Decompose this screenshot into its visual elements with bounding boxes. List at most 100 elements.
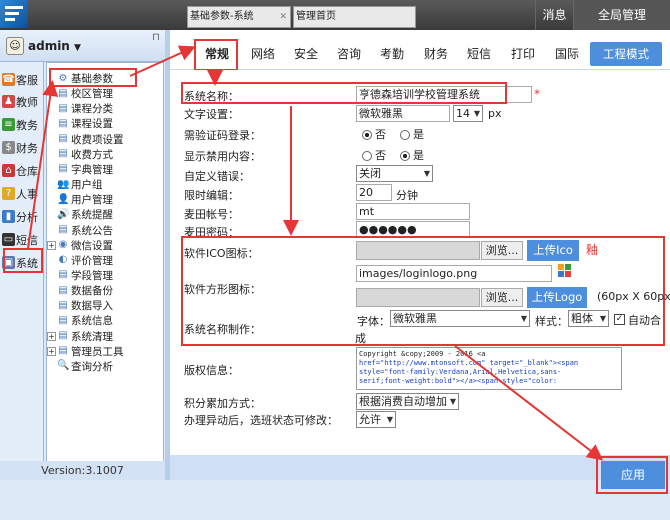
tree-item[interactable]: 👤 用户管理 [47,192,113,207]
tree-item[interactable]: ▤ 学段管理 [47,268,113,283]
nav-item-finance[interactable]: $ 财务 [2,137,42,158]
close-icon[interactable]: ✕ [279,7,287,27]
tree-item[interactable]: + ◉ 微信设置 [47,238,113,253]
text-settings-label: 文字设置： [184,108,239,121]
expand-icon[interactable]: + [47,331,56,341]
backup-icon: ▤ [58,284,68,296]
tab-item[interactable]: 网络 [251,45,275,62]
tree-item-label: 课程分类 [71,103,113,116]
tree-item-label: 课程设置 [71,118,113,131]
tab-basic-params[interactable]: 基础参数-系统 ✕ [187,6,291,28]
tree-item-label: 评价管理 [71,254,113,267]
edit-limit-input[interactable]: 20 [356,184,392,201]
tree-item[interactable]: 👥 用户组 [47,177,103,192]
font-input[interactable]: 微软雅黑 [356,105,450,122]
radio-icon [400,151,410,161]
upload-ico-button[interactable]: 上传Ico [527,240,579,261]
tree-item[interactable]: ▤ 收费项设置 [47,132,123,147]
tab-item[interactable]: 短信 [467,45,491,62]
maitian-account-input[interactable]: mt [356,203,470,220]
global-manage-button[interactable]: 全局管理 [573,0,670,30]
copyright-line: Copyright &copy;2009 - 2016 <a [359,350,486,358]
cleanup-icon: ▤ [58,330,68,342]
tree-item[interactable]: ▤ 收费方式 [47,147,113,162]
captcha-label: 需验证码登录： [184,129,261,142]
tree-item-label: 用户组 [71,179,103,192]
money-icon: $ [2,141,15,154]
show-disabled-no-radio[interactable]: 否 [362,147,386,163]
search-icon: 🔍 [57,360,70,372]
notice-icon: ▤ [58,224,68,235]
nav-item-hr[interactable]: ? 人事 [2,183,42,204]
custom-error-select[interactable]: 关闭 [356,165,433,182]
show-disabled-yes-radio[interactable]: 是 [400,147,424,163]
bottom-strip [170,455,670,480]
tree-item[interactable]: ▤ 数据备份 [47,283,113,298]
tree-item[interactable]: + ▤ 系统清理 [47,329,113,344]
rating-icon: ◐ [58,254,68,266]
nav-item-service[interactable]: ☎ 客服 [2,69,42,90]
tab-item[interactable]: 打印 [511,45,535,62]
tree-item-label: 微信设置 [71,239,113,252]
tab-label: 基础参数-系统 [190,11,254,22]
footer [0,480,670,520]
class-status-select[interactable]: 允许 [356,411,396,428]
edit-limit-label: 限时编辑： [184,189,239,202]
tree-item[interactable]: ▤ 课程设置 [47,116,113,131]
highlight-system [3,248,43,273]
tab-item[interactable]: 财务 [424,45,448,62]
edit-limit-unit: 分钟 [396,189,418,202]
book-icon: ≡ [2,118,15,131]
nav-item-analysis[interactable]: ▮ 分析 [2,206,42,227]
nav-item-teacher[interactable]: ♟ 教师 [2,91,42,112]
nav-item-academic[interactable]: ≡ 教务 [2,114,42,135]
tree-item[interactable]: 🔊 系统提醒 [47,207,113,222]
expand-icon[interactable]: + [47,346,56,356]
messages-button[interactable]: 消息 [535,0,573,30]
payment-icon: ▤ [58,148,68,160]
pin-icon[interactable]: ⊓ [152,32,160,43]
square-icon-browse-button[interactable]: 浏览... [481,288,523,307]
tree-item[interactable]: ▤ 字典管理 [47,162,113,177]
captcha-yes-radio[interactable]: 是 [400,126,424,142]
ico-browse-button[interactable]: 浏览... [481,241,523,260]
copyright-textarea[interactable]: Copyright &copy;2009 - 2016 <a href="htt… [356,347,622,390]
chart-icon: ▮ [2,210,15,223]
nav-item-sms[interactable]: ▭ 短信 [2,229,42,250]
custom-error-label: 自定义错误： [184,170,250,183]
tab-item[interactable]: 安全 [294,45,318,62]
tree-item[interactable]: 🔍 查询分析 [47,359,113,374]
avatar[interactable]: ☺ [6,37,24,55]
tab-item[interactable]: 咨询 [337,45,361,62]
captcha-no-radio[interactable]: 否 [362,126,386,142]
tree-item[interactable]: ▤ 系统公告 [47,223,113,238]
tab-home[interactable]: 管理首页 [293,6,416,28]
nav-item-warehouse[interactable]: ⌂ 仓库 [2,160,42,181]
engineering-mode-button[interactable]: 工程模式 [590,42,662,66]
tree-item[interactable]: ▤ 课程分类 [47,101,113,116]
font-size-unit: px [488,107,502,120]
tab-item[interactable]: 国际 [555,45,579,62]
user-icon: 👤 [57,193,70,205]
points-mode-select[interactable]: 根据消费自动增加 [356,393,459,410]
fee-item-icon: ▤ [58,133,68,145]
font-size-select[interactable]: 14 [453,105,483,122]
headset-icon: ☎ [2,73,15,86]
square-icon-file[interactable] [356,288,480,307]
expand-icon[interactable]: + [47,240,56,250]
square-icon-path[interactable]: images/loginlogo.png [356,265,552,282]
upload-logo-button[interactable]: 上传Logo [527,287,587,308]
tree-item-label: 收费方式 [71,148,113,161]
tree-item[interactable]: ▤ 数据导入 [47,298,113,313]
auto-compose-label: 自动合成 [355,314,661,345]
tree-item[interactable]: ▤ 校区管理 [47,86,113,101]
chevron-down-icon[interactable]: ▼ [74,43,81,53]
tree-item[interactable]: ◐ 评价管理 [47,253,113,268]
tree-item[interactable]: ▤ 系统信息 [47,313,113,328]
tree-item-label: 系统公告 [71,224,113,237]
tab-item[interactable]: 考勤 [380,45,404,62]
ico-file-path[interactable] [356,241,480,260]
username[interactable]: admin ▼ [28,39,81,53]
tree-item[interactable]: + ▤ 管理员工具 [47,344,124,359]
copyright-line: style="font-family:Verdana,Arial,Helveti… [359,368,562,376]
